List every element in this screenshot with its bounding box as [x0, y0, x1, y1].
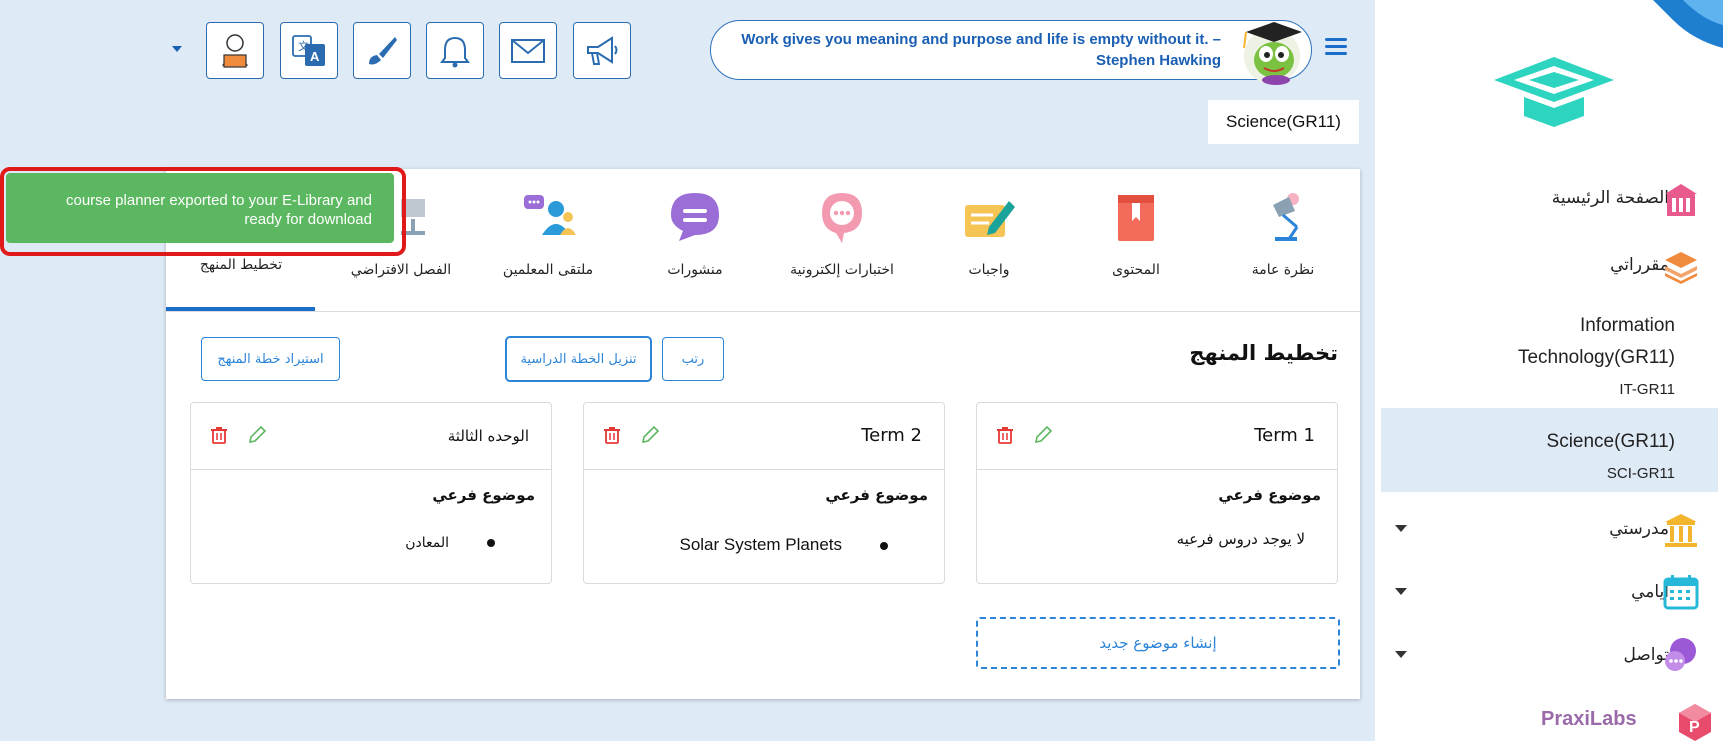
- translate-icon: 文 A: [292, 34, 325, 66]
- tab-label: المحتوى: [1112, 262, 1160, 278]
- course-link-science[interactable]: Science(GR11) SCI-GR11: [1455, 426, 1675, 490]
- speech-bubble-icon: [671, 193, 719, 241]
- term-header: الوحده الثالثة: [191, 403, 551, 470]
- tabs-divider: [166, 311, 1360, 312]
- tab-e-tests[interactable]: اختبارات إلكترونية: [777, 187, 907, 278]
- tab-content[interactable]: المحتوى: [1071, 187, 1201, 278]
- subtopic-heading: موضوع فرعي: [825, 486, 928, 504]
- svg-text:A: A: [310, 49, 320, 64]
- tab-label: واجبات: [968, 262, 1010, 278]
- create-new-topic-button[interactable]: إنشاء موضوع جديد: [976, 617, 1340, 669]
- lesson-title: المعادن: [405, 535, 449, 551]
- download-plan-button[interactable]: تنزيل الخطة الدراسية: [506, 337, 651, 381]
- term-name: Term 1: [1254, 425, 1315, 446]
- edit-pencil-icon[interactable]: [247, 425, 267, 445]
- tab-label: ملتقى المعلمين: [502, 262, 594, 278]
- tab-overview[interactable]: نظرة عامة: [1218, 187, 1348, 278]
- lesson-title: Solar System Planets: [679, 535, 842, 554]
- book-icon: [1118, 195, 1154, 241]
- course-name: Information Technology(GR11): [1517, 315, 1675, 368]
- sort-button[interactable]: رتب: [662, 337, 724, 381]
- subtopic-heading: موضوع فرعي: [1218, 486, 1321, 504]
- school-building-icon: [1665, 184, 1697, 216]
- tab-label: نظرة عامة: [1251, 262, 1315, 278]
- chevron-down-icon[interactable]: [1395, 588, 1407, 595]
- translate-button[interactable]: 文 A: [280, 22, 338, 79]
- bell-icon: [440, 36, 470, 67]
- announcement-icon: [587, 35, 618, 65]
- school-logo-icon[interactable]: [1489, 52, 1619, 132]
- daily-quote: Work gives you meaning and purpose and l…: [741, 31, 1221, 69]
- corner-decoration-icon: [1653, 0, 1723, 48]
- quote-bubble: Work gives you meaning and purpose and l…: [710, 20, 1312, 80]
- svg-text:文: 文: [298, 39, 309, 53]
- course-name: Science(GR11): [1546, 431, 1675, 452]
- term-card: Term 1 موضوع فرعي لا يوجد دروس فرعيه: [976, 402, 1338, 584]
- profile-reading-button[interactable]: [206, 22, 264, 79]
- toast-message: course planner exported to your E-Librar…: [65, 192, 372, 228]
- sidebar: الصفحة الرئيسية مقرراتي Information Tech…: [1375, 0, 1723, 741]
- page-title: تخطيط المنهج: [1189, 341, 1338, 365]
- tab-label: منشورات: [667, 262, 723, 278]
- hamburger-line: [1325, 52, 1347, 55]
- pen-paper-icon: [965, 201, 1015, 237]
- tab-teachers-forum[interactable]: ملتقى المعلمين: [483, 187, 613, 278]
- mail-icon: [511, 38, 545, 63]
- subtopic-heading: موضوع فرعي: [432, 486, 535, 504]
- lesson-item[interactable]: المعادن: [405, 535, 495, 551]
- chevron-down-icon[interactable]: [1395, 651, 1407, 658]
- notifications-button[interactable]: [426, 22, 484, 79]
- theme-brush-button[interactable]: [353, 22, 411, 79]
- hamburger-line: [1325, 38, 1347, 41]
- chat-bubbles-icon: [1665, 638, 1696, 671]
- bullet: [880, 541, 888, 550]
- calendar-icon: [1663, 575, 1699, 610]
- term-header: Term 1: [977, 403, 1337, 470]
- chevron-down-icon[interactable]: [1395, 525, 1407, 532]
- menu-toggle-button[interactable]: [1325, 38, 1347, 56]
- desk-lamp-icon: [1273, 193, 1299, 241]
- course-code: IT-GR11: [1619, 381, 1675, 398]
- course-link-it[interactable]: Information Technology(GR11) IT-GR11: [1455, 310, 1675, 406]
- tab-posts[interactable]: منشورات: [630, 187, 760, 278]
- import-plan-button[interactable]: استيراد خطة المنهج: [201, 337, 340, 381]
- bullet: [487, 539, 495, 547]
- teachers-group-icon: [524, 195, 576, 235]
- delete-trash-icon[interactable]: [209, 425, 229, 445]
- tab-label: الفصل الافتراضي: [350, 262, 452, 278]
- current-course-title: Science(GR11): [1208, 100, 1359, 144]
- messages-button[interactable]: [499, 22, 557, 79]
- tab-label: اختبارات إلكترونية: [790, 262, 894, 278]
- term-card: Term 2 موضوع فرعي Solar System Planets: [583, 402, 945, 584]
- lesson-item[interactable]: Solar System Planets: [679, 535, 888, 555]
- delete-trash-icon[interactable]: [602, 425, 622, 445]
- term-name: Term 2: [861, 425, 922, 446]
- edit-pencil-icon[interactable]: [1033, 425, 1053, 445]
- brush-icon: [369, 36, 397, 64]
- term-name: الوحده الثالثة: [447, 427, 529, 445]
- announcements-button[interactable]: [573, 22, 631, 79]
- sidebar-item-home[interactable]: الصفحة الرئيسية: [1552, 188, 1669, 208]
- course-code: SCI-GR11: [1606, 465, 1675, 482]
- praxilabs-cube-icon: P: [1679, 704, 1711, 741]
- praxilabs-logo[interactable]: PraxiLabs: [1541, 708, 1637, 731]
- delete-trash-icon[interactable]: [995, 425, 1015, 445]
- mascot-avatar-icon[interactable]: [1230, 14, 1310, 86]
- reading-user-icon: [221, 33, 249, 68]
- brain-bubble-icon: [822, 193, 862, 243]
- empty-lessons-text: لا يوجد دروس فرعيه: [1176, 530, 1305, 548]
- svg-text:P: P: [1689, 719, 1700, 736]
- institution-icon: [1665, 514, 1697, 547]
- books-stack-icon: [1665, 252, 1697, 284]
- tab-label: تخطيط المنهج: [199, 257, 283, 273]
- term-header: Term 2: [584, 403, 944, 470]
- chevron-down-icon[interactable]: [172, 46, 182, 52]
- edit-pencil-icon[interactable]: [640, 425, 660, 445]
- term-card: الوحده الثالثة موضوع فرعي المعادن: [190, 402, 552, 584]
- hamburger-line: [1325, 45, 1347, 48]
- success-toast[interactable]: course planner exported to your E-Librar…: [6, 173, 394, 243]
- tab-assignments[interactable]: واجبات: [924, 187, 1054, 278]
